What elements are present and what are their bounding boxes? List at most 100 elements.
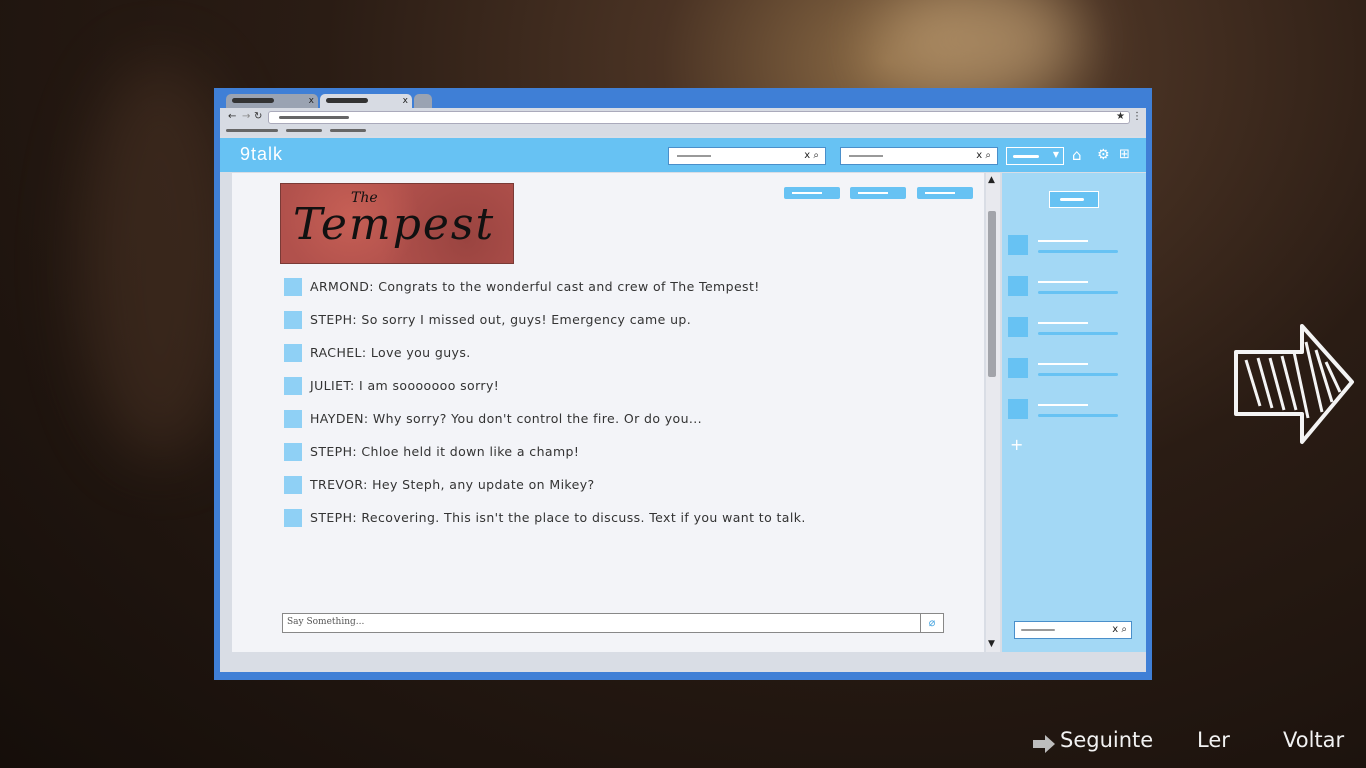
next-arrow-small-icon: [1033, 735, 1055, 753]
9talk-app: 9talk x ⌕ x ⌕ ▼ ⌂ ⚙ ⊞ The Tempest ARMOND…: [220, 136, 1146, 672]
contact-status-placeholder: [1038, 291, 1118, 294]
button-label-placeholder: [1060, 198, 1084, 201]
tab-title-placeholder: [326, 98, 368, 103]
scroll-down-icon[interactable]: ▼: [988, 639, 995, 649]
chat-scrollbar[interactable]: ▲ ▼: [986, 173, 1000, 652]
avatar: [1008, 317, 1028, 337]
contact-item[interactable]: [1008, 276, 1138, 298]
avatar: [1008, 235, 1028, 255]
gear-icon[interactable]: ⚙: [1097, 146, 1110, 164]
search-placeholder: [677, 155, 711, 157]
avatar: [1008, 399, 1028, 419]
avatar: [284, 344, 302, 362]
address-bar[interactable]: [268, 111, 1130, 124]
app-header: 9talk x ⌕ x ⌕ ▼ ⌂ ⚙ ⊞: [220, 138, 1146, 172]
banner-title: Tempest: [293, 199, 496, 250]
avatar: [1008, 276, 1028, 296]
contact-name-placeholder: [1038, 404, 1088, 406]
avatar: [284, 443, 302, 461]
message-text: ARMOND: Congrats to the wonderful cast a…: [310, 279, 760, 294]
contact-status-placeholder: [1038, 414, 1118, 417]
sidebar-search[interactable]: x ⌕: [1014, 621, 1132, 639]
more-menu-icon[interactable]: ⋮: [1132, 111, 1142, 123]
avatar: [284, 476, 302, 494]
search-clear-and-search-icon[interactable]: x ⌕: [976, 148, 991, 164]
bookmark-item[interactable]: [286, 129, 322, 132]
search-placeholder: [849, 155, 883, 157]
header-search-1[interactable]: x ⌕: [668, 147, 826, 165]
chat-action-button-1[interactable]: [784, 187, 840, 199]
browser-tab[interactable]: x: [226, 94, 318, 108]
contact-item[interactable]: [1008, 399, 1138, 421]
contact-item[interactable]: [1008, 358, 1138, 380]
browser-tab-active[interactable]: x: [320, 94, 412, 108]
reload-icon[interactable]: ↻: [254, 111, 262, 123]
button-label-placeholder: [925, 192, 955, 194]
message-input-placeholder: Say Something...: [287, 617, 365, 627]
chat-action-button-3[interactable]: [917, 187, 973, 199]
chat-action-button-2[interactable]: [850, 187, 906, 199]
bookmark-star-icon[interactable]: ★: [1116, 111, 1125, 123]
message-input[interactable]: Say Something...: [282, 613, 921, 633]
add-contact-icon[interactable]: +: [1010, 435, 1023, 454]
forward-icon[interactable]: →: [242, 111, 250, 123]
dropdown-value-placeholder: [1013, 155, 1039, 158]
chevron-down-icon: ▼: [1052, 150, 1059, 159]
search-clear-and-search-icon[interactable]: x ⌕: [804, 148, 819, 164]
new-tab-button[interactable]: [414, 94, 432, 108]
contact-name-placeholder: [1038, 281, 1088, 283]
chat-main: The Tempest ARMOND: Congrats to the wond…: [232, 173, 984, 652]
tab-close-icon[interactable]: x: [309, 95, 314, 107]
avatar: [284, 278, 302, 296]
search-placeholder: [1021, 629, 1055, 631]
message-text: HAYDEN: Why sorry? You don't control the…: [310, 411, 703, 426]
browser-toolbar: ← → ↻ ★ ⋮: [220, 108, 1146, 136]
bookmark-item[interactable]: [330, 129, 366, 132]
contact-name-placeholder: [1038, 240, 1088, 242]
bookmark-item[interactable]: [226, 129, 278, 132]
back-icon[interactable]: ←: [228, 111, 236, 123]
menu-back[interactable]: Voltar: [1283, 728, 1344, 752]
header-dropdown[interactable]: ▼: [1006, 147, 1064, 165]
menu-next[interactable]: Seguinte: [1060, 728, 1153, 752]
contacts-sidebar: + x ⌕: [1002, 173, 1146, 652]
message-text: TREVOR: Hey Steph, any update on Mikey?: [310, 477, 595, 492]
message-text: STEPH: Chloe held it down like a champ!: [310, 444, 580, 459]
message-text: STEPH: Recovering. This isn't the place …: [310, 510, 806, 525]
app-logo[interactable]: 9talk: [240, 144, 283, 165]
url-placeholder: [279, 116, 349, 119]
contact-status-placeholder: [1038, 332, 1118, 335]
contact-item[interactable]: [1008, 317, 1138, 339]
scroll-up-icon[interactable]: ▲: [988, 175, 995, 185]
button-label-placeholder: [792, 192, 822, 194]
avatar: [1008, 358, 1028, 378]
contact-name-placeholder: [1038, 363, 1088, 365]
tab-close-icon[interactable]: x: [403, 95, 408, 107]
contact-name-placeholder: [1038, 322, 1088, 324]
scrollbar-thumb[interactable]: [988, 211, 996, 377]
grid-icon[interactable]: ⊞: [1119, 146, 1130, 164]
next-arrow-icon[interactable]: [1232, 322, 1356, 446]
header-search-2[interactable]: x ⌕: [840, 147, 998, 165]
message-text: RACHEL: Love you guys.: [310, 345, 471, 360]
sidebar-button[interactable]: [1049, 191, 1099, 208]
button-label-placeholder: [858, 192, 888, 194]
message-text: STEPH: So sorry I missed out, guys! Emer…: [310, 312, 692, 327]
message-text: JULIET: I am sooooooo sorry!: [310, 378, 500, 393]
game-menu: Seguinte Ler Voltar: [1032, 728, 1352, 760]
avatar: [284, 410, 302, 428]
browser-window: x x ← → ↻ ★ ⋮ 9talk x ⌕ x ⌕ ▼ ⌂ ⚙ ⊞ The …: [214, 88, 1152, 680]
contact-status-placeholder: [1038, 250, 1118, 253]
tab-bar: x x: [220, 94, 1146, 108]
avatar: [284, 509, 302, 527]
tempest-banner: The Tempest: [280, 183, 514, 264]
background-lamp-glow: [880, 0, 1080, 100]
avatar: [284, 311, 302, 329]
home-icon[interactable]: ⌂: [1072, 146, 1082, 164]
avatar: [284, 377, 302, 395]
contact-status-placeholder: [1038, 373, 1118, 376]
paperclip-icon[interactable]: ⌀: [920, 613, 944, 633]
menu-read[interactable]: Ler: [1197, 728, 1230, 752]
contact-item[interactable]: [1008, 235, 1138, 257]
search-clear-and-search-icon[interactable]: x ⌕: [1112, 622, 1127, 638]
